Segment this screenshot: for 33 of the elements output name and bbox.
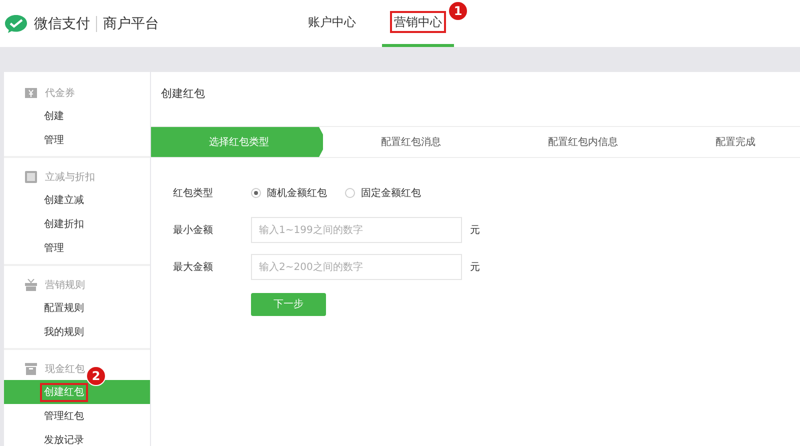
logo-icon bbox=[4, 14, 28, 34]
nav-tab[interactable]: 账户中心 bbox=[296, 0, 368, 47]
brand-name: 微信支付 bbox=[34, 14, 90, 32]
sidebar-item[interactable]: 管理红包 bbox=[4, 404, 150, 428]
sidebar-item[interactable]: 我的规则 bbox=[4, 320, 150, 344]
sidebar-item[interactable]: 管理 bbox=[4, 128, 150, 152]
sidebar-item[interactable]: 发放记录 bbox=[4, 428, 150, 446]
callout-badge: 2 bbox=[86, 366, 106, 386]
radio-option[interactable]: 随机金额红包 bbox=[251, 186, 327, 200]
box-icon bbox=[25, 363, 37, 375]
field-label: 红包类型 bbox=[173, 186, 214, 200]
sidebar-item[interactable]: 管理 bbox=[4, 236, 150, 260]
sidebar-item[interactable]: 创建折扣 bbox=[4, 212, 150, 236]
coupon-icon bbox=[25, 87, 37, 99]
input-field[interactable]: 输入2~200之间的数字 bbox=[251, 254, 462, 280]
field-label: 最小金额 bbox=[173, 224, 214, 237]
gift-icon bbox=[25, 279, 37, 291]
unit-label: 元 bbox=[470, 261, 480, 274]
sidebar-item[interactable]: 创建 bbox=[4, 104, 150, 128]
sidebar-item[interactable]: 配置规则 bbox=[4, 296, 150, 320]
field-label: 最大金额 bbox=[173, 260, 214, 274]
radio-option[interactable]: 固定金额红包 bbox=[345, 186, 421, 200]
platform-name: 商户平台 bbox=[103, 14, 159, 32]
menu-group-title: 代金券 bbox=[45, 86, 75, 100]
menu-group-title: 立减与折扣 bbox=[45, 170, 95, 184]
menu-group-title: 营销规则 bbox=[45, 278, 85, 292]
unit-label: 元 bbox=[470, 224, 480, 237]
callout-badge: 1 bbox=[448, 1, 468, 21]
square-icon bbox=[25, 171, 37, 183]
page-title: 创建红包 bbox=[160, 86, 206, 102]
menu-group-title: 现金红包 bbox=[45, 363, 85, 376]
input-field[interactable]: 输入1~199之间的数字 bbox=[251, 217, 462, 243]
sidebar-item[interactable]: 创建立减 bbox=[4, 188, 150, 212]
